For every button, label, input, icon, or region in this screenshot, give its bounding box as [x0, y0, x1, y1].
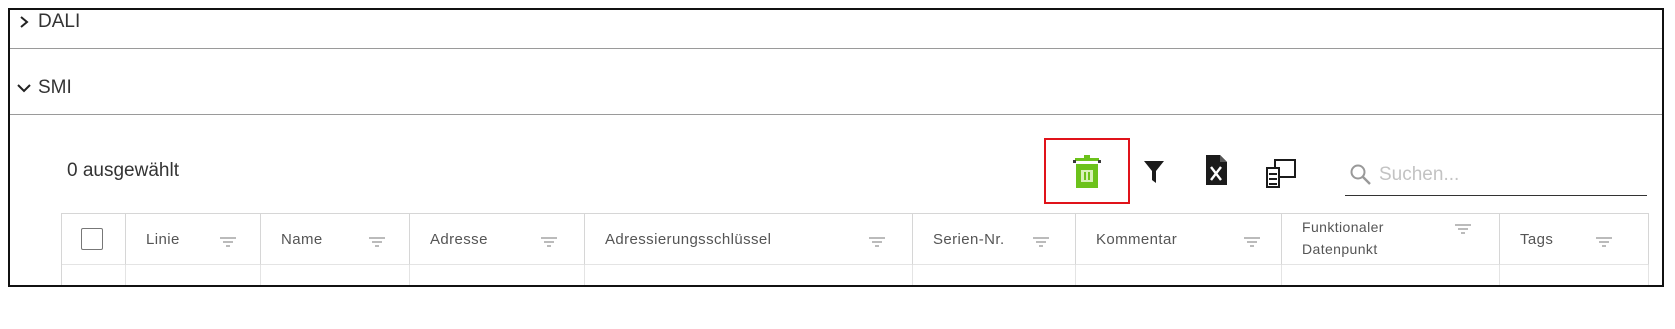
filter-icon[interactable] — [868, 234, 886, 252]
search-field — [1345, 155, 1647, 196]
chevron-down-icon — [10, 81, 38, 95]
select-all-header — [62, 214, 126, 265]
column-header-serien-nr[interactable]: Serien-Nr. — [913, 214, 1076, 265]
table-cell — [1282, 265, 1500, 285]
table-cell — [62, 265, 126, 285]
column-header-tags[interactable]: Tags — [1500, 214, 1649, 265]
column-header-name[interactable]: Name — [261, 214, 410, 265]
column-header-kommentar[interactable]: Kommentar — [1076, 214, 1282, 265]
main-panel: DALI SMI 0 ausgewählt Suchen... Linie Na… — [8, 8, 1664, 287]
column-header-funktionaler-datenpunkt[interactable]: Funktionaler Datenpunkt — [1282, 214, 1500, 265]
section-dali-header[interactable]: DALI — [10, 10, 1662, 49]
columns-icon[interactable] — [1265, 156, 1297, 190]
table-cell — [585, 265, 913, 285]
table-cell — [126, 265, 261, 285]
excel-export-icon[interactable] — [1203, 153, 1229, 187]
table-cell — [1076, 265, 1282, 285]
select-all-checkbox[interactable] — [81, 228, 103, 250]
filter-icon[interactable] — [1142, 157, 1166, 187]
column-label: Kommentar — [1096, 231, 1178, 248]
column-label: Linie — [146, 231, 180, 248]
table-cell — [1500, 265, 1649, 285]
filter-icon[interactable] — [1032, 234, 1050, 252]
column-label: Serien-Nr. — [933, 231, 1005, 248]
filter-icon[interactable] — [1595, 234, 1613, 252]
filter-icon[interactable] — [1243, 234, 1261, 252]
column-label: Tags — [1520, 231, 1554, 248]
column-header-adresse[interactable]: Adresse — [410, 214, 585, 265]
section-smi-label: SMI — [38, 77, 72, 98]
column-label-line1: Funktionaler — [1302, 219, 1384, 235]
section-smi-header[interactable]: SMI — [10, 62, 1662, 115]
filter-icon[interactable] — [1454, 221, 1472, 239]
filter-icon[interactable] — [368, 234, 386, 252]
chevron-right-icon — [10, 15, 38, 29]
column-label: Adresse — [430, 231, 488, 248]
column-label: Name — [281, 231, 323, 248]
selection-count: 0 ausgewählt — [67, 160, 179, 181]
column-label-line2: Datenpunkt — [1302, 241, 1378, 257]
filter-icon[interactable] — [219, 234, 237, 252]
column-label: Adressierungsschlüssel — [605, 231, 772, 248]
device-table: Linie Name Adresse Adressierungsschlüsse… — [61, 213, 1649, 285]
section-dali-label: DALI — [38, 11, 81, 32]
table-cell — [410, 265, 585, 285]
column-header-adressierungsschluessel[interactable]: Adressierungsschlüssel — [585, 214, 913, 265]
search-input[interactable] — [1373, 163, 1641, 187]
bin-icon[interactable] — [1070, 153, 1104, 191]
column-header-linie[interactable]: Linie — [126, 214, 261, 265]
table-cell — [913, 265, 1076, 285]
table-cell — [261, 265, 410, 285]
filter-icon[interactable] — [540, 234, 558, 252]
search-icon — [1345, 163, 1373, 187]
